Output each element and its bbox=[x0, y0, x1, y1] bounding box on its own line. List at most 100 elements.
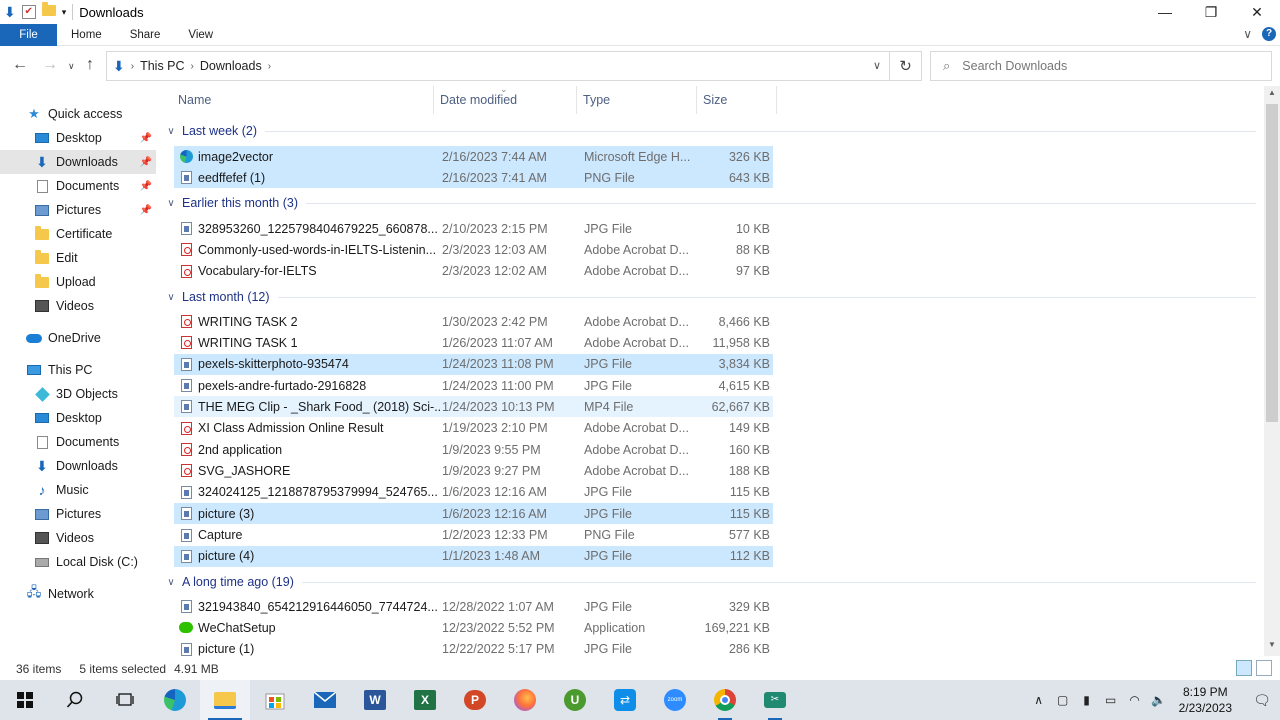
collapse-chevron-icon[interactable]: ∨ bbox=[160, 577, 182, 588]
clock[interactable]: 8:19 PM 2/23/2023 bbox=[1179, 684, 1232, 716]
expand-ribbon-icon[interactable]: ∨ bbox=[1243, 27, 1252, 41]
group-header[interactable]: ∨ Last week (2) bbox=[160, 120, 1256, 142]
close-button[interactable]: ✕ bbox=[1234, 0, 1280, 24]
file-row[interactable]: SVG_JASHORE 1/9/2023 9:27 PM Adobe Acrobat… bbox=[174, 460, 773, 481]
group-header[interactable]: ∨ Last month (12) bbox=[160, 286, 1256, 308]
store-icon[interactable] bbox=[250, 680, 300, 720]
vertical-scrollbar[interactable]: ▲ ▼ bbox=[1264, 86, 1280, 656]
address-dropdown-icon[interactable]: ∨ bbox=[873, 59, 881, 72]
firefox-icon[interactable] bbox=[500, 680, 550, 720]
address-bar[interactable]: ⬇ › This PC › Downloads › ∨ bbox=[106, 51, 890, 81]
file-row[interactable]: WRITING TASK 1 1/26/2023 11:07 AM Adobe Ac… bbox=[174, 332, 773, 353]
nav-pictures-pc[interactable]: Pictures bbox=[0, 502, 156, 526]
tab-home[interactable]: Home bbox=[57, 24, 116, 46]
file-row[interactable]: 321943840_654212916446050_7744724... 12/2… bbox=[174, 596, 773, 617]
maximize-button[interactable]: ❐ bbox=[1188, 0, 1234, 24]
show-hidden-icons-icon[interactable]: ∧ bbox=[1027, 693, 1051, 707]
file-row[interactable]: picture (3) 1/6/2023 12:16 AM JPG File 115 … bbox=[174, 503, 773, 525]
nav-desktop-pc[interactable]: Desktop bbox=[0, 406, 156, 430]
file-row[interactable]: Commonly-used-words-in-IELTS-Listenin...… bbox=[174, 239, 773, 260]
minimize-button[interactable]: — bbox=[1142, 0, 1188, 24]
customize-toolbar-icon[interactable]: ▾ bbox=[62, 7, 67, 18]
details-view-icon[interactable] bbox=[1236, 660, 1252, 676]
nav-downloads-quick[interactable]: ⬇ Downloads 📌 bbox=[0, 150, 156, 174]
search-icon[interactable] bbox=[50, 680, 100, 720]
collapse-chevron-icon[interactable]: ∨ bbox=[160, 126, 182, 137]
nav-certificate[interactable]: Certificate bbox=[0, 222, 156, 246]
new-folder-icon[interactable] bbox=[41, 2, 56, 19]
battery-icon[interactable]: ▭ bbox=[1099, 693, 1123, 707]
chevron-right-icon[interactable]: › bbox=[191, 61, 194, 72]
mail-icon[interactable] bbox=[300, 680, 350, 720]
breadcrumb-downloads[interactable]: Downloads bbox=[200, 59, 262, 73]
chrome-icon[interactable] bbox=[700, 680, 750, 720]
teamviewer-icon[interactable]: ⇄ bbox=[600, 680, 650, 720]
file-row[interactable]: picture (4) 1/1/2023 1:48 AM JPG File 112 K… bbox=[174, 545, 773, 567]
file-row[interactable]: 2nd application 1/9/2023 9:55 PM Adobe Acr… bbox=[174, 439, 773, 460]
file-explorer-icon[interactable] bbox=[200, 680, 250, 720]
edge-icon[interactable] bbox=[150, 680, 200, 720]
back-arrow-icon[interactable]: ← bbox=[12, 56, 28, 74]
nav-local-disk[interactable]: Local Disk (C:) bbox=[0, 550, 156, 574]
nav-quick-access[interactable]: ★ Quick access bbox=[0, 102, 156, 126]
group-header[interactable]: ∨ Earlier this month (3) bbox=[160, 192, 1256, 214]
nav-edit[interactable]: Edit bbox=[0, 246, 156, 270]
scrollbar-thumb[interactable] bbox=[1266, 104, 1278, 422]
forward-arrow-icon[interactable]: → bbox=[42, 56, 58, 74]
refresh-button[interactable]: ↻ bbox=[890, 51, 922, 81]
file-row[interactable]: WRITING TASK 2 1/30/2023 2:42 PM Adobe Acr… bbox=[174, 311, 773, 332]
column-header-type[interactable]: Type bbox=[577, 86, 697, 114]
help-icon[interactable]: ? bbox=[1262, 27, 1276, 41]
file-row[interactable]: Capture 1/2/2023 12:33 PM PNG File 577 KB bbox=[174, 525, 773, 546]
scroll-up-icon[interactable]: ▲ bbox=[1264, 88, 1280, 102]
chevron-right-icon[interactable]: › bbox=[131, 61, 134, 72]
properties-icon[interactable]: ✔ bbox=[21, 5, 36, 19]
file-row[interactable]: 324024125_1218878795379994_524765... 1/6/… bbox=[174, 482, 773, 503]
start-icon[interactable] bbox=[0, 680, 50, 720]
nav-videos-quick[interactable]: Videos bbox=[0, 294, 156, 318]
tab-share[interactable]: Share bbox=[116, 24, 175, 46]
file-row[interactable]: WeChatSetup 12/23/2022 5:52 PM Application… bbox=[174, 617, 773, 638]
up-arrow-icon[interactable]: ↑ bbox=[86, 56, 94, 74]
nav-3d-objects[interactable]: 3D Objects bbox=[0, 382, 156, 406]
scroll-down-icon[interactable]: ▼ bbox=[1264, 640, 1280, 654]
nav-onedrive[interactable]: OneDrive bbox=[0, 326, 156, 350]
search-input[interactable]: ⌕ Search Downloads bbox=[930, 51, 1272, 81]
file-row[interactable]: Vocabulary-for-IELTS 2/3/2023 12:02 AM Ado… bbox=[174, 261, 773, 282]
nav-upload[interactable]: Upload bbox=[0, 270, 156, 294]
utorrent-icon[interactable]: U bbox=[550, 680, 600, 720]
nav-this-pc[interactable]: This PC bbox=[0, 358, 156, 382]
file-row[interactable]: pexels-skitterphoto-935474 1/24/2023 11:0… bbox=[174, 353, 773, 375]
powerpoint-icon[interactable]: P bbox=[450, 680, 500, 720]
pin-icon[interactable]: 📌 bbox=[140, 157, 152, 168]
word-icon[interactable]: W bbox=[350, 680, 400, 720]
collapse-chevron-icon[interactable]: ∨ bbox=[160, 198, 182, 209]
nav-music[interactable]: ♪ Music bbox=[0, 478, 156, 502]
usb-device-icon[interactable]: ▮ bbox=[1075, 693, 1099, 707]
file-row[interactable]: THE MEG Clip - _Shark Food_ (2018) Sci-.… bbox=[174, 396, 773, 418]
tab-view[interactable]: View bbox=[174, 24, 227, 46]
task-view-icon[interactable] bbox=[100, 680, 150, 720]
collapse-chevron-icon[interactable]: ∨ bbox=[160, 292, 182, 303]
nav-downloads-pc[interactable]: ⬇ Downloads bbox=[0, 454, 156, 478]
breadcrumb-this-pc[interactable]: This PC bbox=[140, 59, 184, 73]
volume-icon[interactable]: 🔈 bbox=[1147, 693, 1171, 707]
file-row[interactable]: image2vector 2/16/2023 7:44 AM Microsoft E… bbox=[174, 146, 773, 167]
notification-center-icon[interactable]: 🗨 bbox=[1244, 692, 1280, 709]
nav-pictures-quick[interactable]: Pictures 📌 bbox=[0, 198, 156, 222]
pin-icon[interactable]: 📌 bbox=[140, 181, 152, 192]
column-header-name[interactable]: Name bbox=[172, 86, 434, 114]
column-header-size[interactable]: Size bbox=[697, 86, 777, 114]
file-row[interactable]: XI Class Admission Online Result 1/19/202… bbox=[174, 418, 773, 439]
nav-network[interactable]: 🖧 Network bbox=[0, 582, 156, 606]
zoom-icon[interactable]: zoom bbox=[650, 680, 700, 720]
nav-videos-pc[interactable]: Videos bbox=[0, 526, 156, 550]
chevron-right-icon[interactable]: › bbox=[268, 61, 271, 72]
nav-desktop-quick[interactable]: Desktop 📌 bbox=[0, 126, 156, 150]
pin-icon[interactable]: 📌 bbox=[140, 133, 152, 144]
pin-icon[interactable]: 📌 bbox=[140, 205, 152, 216]
file-row[interactable]: eedffefef (1) 2/16/2023 7:41 AM PNG File 64… bbox=[174, 167, 773, 189]
file-row[interactable]: 328953260_1225798404679225_660878... 2/10… bbox=[174, 218, 773, 239]
file-row[interactable]: pexels-andre-furtado-2916828 1/24/2023 11… bbox=[174, 375, 773, 396]
file-row[interactable]: picture (1) 12/22/2022 5:17 PM JPG File 286… bbox=[174, 639, 773, 656]
